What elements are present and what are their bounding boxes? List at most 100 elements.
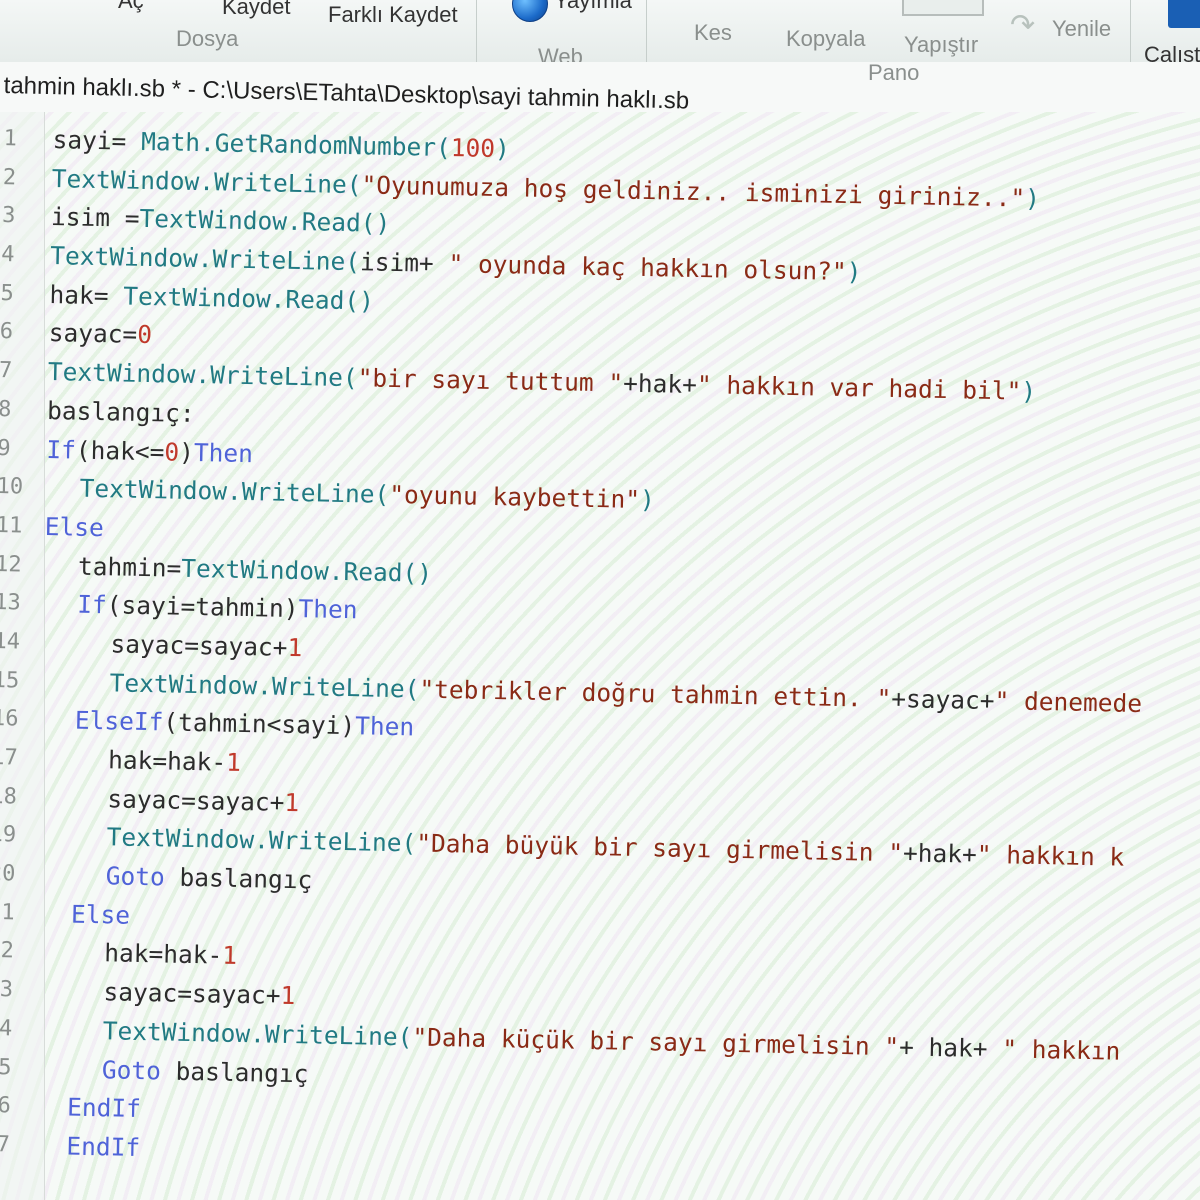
line-number: 3 — [1, 203, 16, 229]
redo-icon: ↷ — [1010, 9, 1036, 42]
code-token: TextWindow.WriteLine( — [49, 241, 361, 277]
line-number: 8 — [0, 396, 12, 423]
code-token: baslangıç — [160, 1055, 309, 1088]
line-number: 20 — [0, 860, 16, 887]
publish-button[interactable]: Yayımla — [554, 0, 632, 14]
code-text: baslangıç: — [47, 392, 195, 434]
code-token: TextWindow.WriteLine( — [102, 1016, 413, 1052]
code-token: 100 — [450, 133, 496, 163]
code-text: sayac=0 — [48, 314, 152, 355]
code-token: TextWindow.Read() — [139, 204, 391, 239]
code-token: sayac= — [48, 318, 138, 350]
code-token: Else — [70, 899, 131, 930]
copy-button[interactable]: Kopyala — [786, 26, 866, 52]
cut-button[interactable]: Kes — [694, 20, 732, 46]
code-token: " oyunda kaç hakkın olsun?" — [448, 249, 847, 287]
line-number: 5 — [0, 280, 15, 307]
line-number: 7 — [0, 358, 13, 384]
code-token: baslangıç — [164, 862, 313, 895]
line-number: 25 — [0, 1054, 12, 1080]
code-text: EndIf — [66, 1127, 141, 1167]
redo-button[interactable]: Yenile — [1052, 16, 1111, 42]
globe-icon — [512, 0, 548, 22]
code-token: TextWindow.WriteLine( — [106, 822, 417, 858]
code-token: "oyunu kaybettin" — [389, 480, 641, 515]
code-token: ) — [178, 437, 195, 467]
code-token: hak= — [49, 279, 124, 311]
line-number: 2 — [2, 164, 17, 191]
code-text: sayac=sayac+1 — [103, 973, 296, 1016]
line-number: 9 — [0, 435, 11, 461]
code-text: Goto baslangıç — [102, 1051, 309, 1094]
code-token: ) — [1021, 376, 1037, 406]
code-token: Goto — [105, 861, 166, 892]
code-token: tahmin= — [77, 551, 182, 583]
ribbon-separator — [646, 0, 647, 62]
save-as-button[interactable]: Farklı Kaydet — [328, 2, 458, 28]
code-text: EndIf — [67, 1089, 142, 1129]
line-number: 6 — [0, 319, 14, 345]
code-text: If(hak<=0)Then — [46, 431, 253, 474]
code-token: hak=hak- — [107, 745, 227, 777]
line-number: 11 — [0, 512, 23, 539]
code-token: +sayac+ — [891, 683, 995, 715]
line-number: 18 — [0, 783, 18, 810]
line-number: 17 — [0, 744, 18, 771]
code-token: TextWindow.WriteLine( — [51, 163, 362, 199]
code-token: sayac=sayac+ — [103, 977, 281, 1010]
code-token: + hak+ — [898, 1032, 1003, 1064]
document-title-bar: tahmin haklı.sb * - C:\Users\ETahta\Desk… — [0, 62, 1200, 115]
ribbon-toolbar: Aç Kaydet Farklı Kaydet Dosya Yayımla We… — [0, 0, 1200, 63]
ribbon-separator — [476, 0, 477, 62]
code-token: If — [77, 589, 108, 620]
code-lines: 1 sayi= Math.GetRandomNumber(100) 2 TextWin… — [0, 120, 1200, 1188]
code-token: 1 — [280, 980, 296, 1011]
line-number: 19 — [0, 822, 17, 848]
code-token: 1 — [225, 747, 242, 777]
code-editor[interactable]: 1 sayi= Math.GetRandomNumber(100) 2 TextWin… — [0, 112, 1200, 1200]
code-token: EndIf — [66, 1092, 142, 1124]
ribbon-separator — [1130, 0, 1131, 62]
code-token: isim+ — [359, 247, 449, 279]
code-token: Then — [354, 711, 415, 742]
code-token: (hak<= — [75, 435, 165, 466]
code-token: " denemede — [994, 685, 1143, 718]
code-token: "Daha küçük bir sayı girmelisin " — [412, 1022, 900, 1062]
code-token: "tebrikler doğru tahmin ettin. " — [419, 674, 892, 713]
code-token: TextWindow.WriteLine( — [79, 473, 390, 510]
code-token: baslangıç: — [46, 395, 195, 428]
code-token: (tahmin<sayi) — [163, 707, 356, 741]
open-button[interactable]: Aç — [118, 0, 144, 14]
code-text: hak=hak-1 — [104, 935, 238, 976]
code-token: hak=hak- — [104, 938, 223, 971]
line-number: 4 — [1, 242, 15, 268]
line-number: 22 — [0, 938, 15, 964]
code-token: TextWindow.Read() — [181, 553, 433, 588]
line-number: 24 — [0, 1015, 13, 1042]
line-number: 13 — [0, 590, 22, 616]
code-token: ) — [1024, 183, 1041, 213]
file-group-label: Dosya — [176, 26, 239, 51]
code-token: ) — [639, 485, 656, 515]
code-token: " hakkın var hadi bil" — [696, 370, 1022, 406]
code-token: "bir sayı tuttum " — [357, 363, 624, 398]
document-title: tahmin haklı.sb * - C:\Users\ETahta\Desk… — [3, 72, 690, 115]
code-token: Math.GetRandomNumber( — [140, 126, 452, 163]
code-text: hak= TextWindow.Read() — [49, 276, 374, 321]
line-number: 12 — [0, 551, 22, 578]
line-number: 14 — [0, 628, 21, 655]
code-token: 0 — [164, 436, 180, 467]
run-button[interactable]: Çalıştı — [1144, 42, 1200, 62]
code-token: sayi= — [52, 125, 142, 156]
code-token: Then — [298, 594, 358, 625]
clipboard-icon — [902, 0, 984, 16]
code-token: 0 — [136, 320, 153, 350]
line-number: 1 — [3, 126, 18, 152]
save-button[interactable]: Kaydet — [222, 0, 291, 20]
code-text: isim =TextWindow.Read() — [51, 198, 391, 244]
line-number: 10 — [0, 474, 24, 500]
code-token: Else — [44, 511, 105, 543]
line-number: 27 — [0, 1131, 11, 1158]
paste-button[interactable]: Yapıştır — [904, 32, 978, 58]
code-token: TextWindow.WriteLine( — [109, 667, 420, 704]
